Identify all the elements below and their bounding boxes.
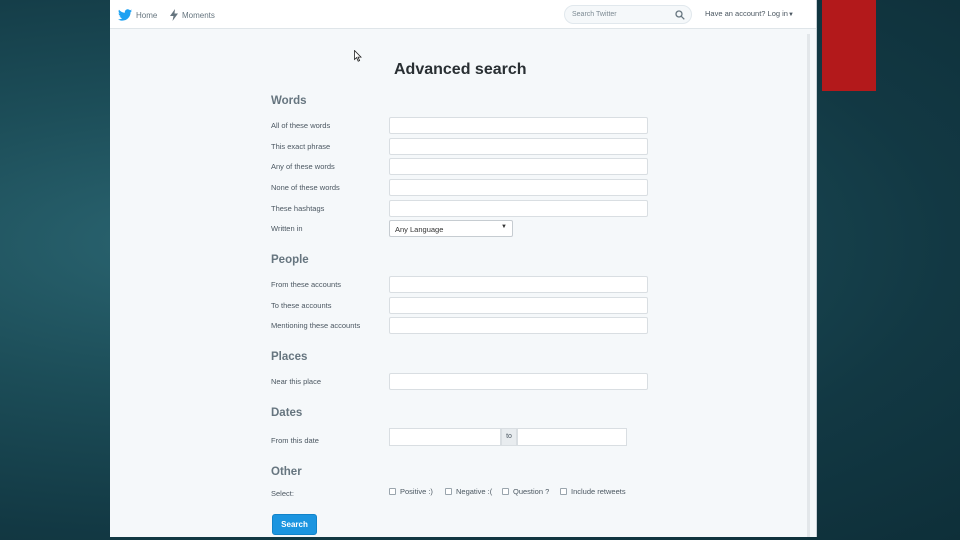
lightning-bolt-icon: [170, 9, 178, 21]
account-prompt: Have an account? Log in: [705, 9, 788, 18]
positive-label: Positive :): [400, 487, 433, 496]
section-dates-title: Dates: [271, 407, 303, 419]
negative-checkbox-option[interactable]: Negative :(: [445, 487, 492, 496]
mouse-cursor-icon: [354, 50, 362, 62]
language-select[interactable]: Any Language ▼: [389, 220, 513, 237]
retweets-label: Include retweets: [571, 487, 626, 496]
mentioning-accounts-label: Mentioning these accounts: [271, 321, 361, 330]
positive-checkbox[interactable]: [389, 488, 396, 495]
from-accounts-input[interactable]: [389, 276, 648, 293]
question-checkbox[interactable]: [502, 488, 509, 495]
written-in-label: Written in: [271, 224, 303, 233]
section-places-title: Places: [271, 351, 308, 363]
question-label: Question ?: [513, 487, 550, 496]
negative-label: Negative :(: [456, 487, 493, 496]
none-words-input[interactable]: [389, 179, 648, 196]
hashtags-input[interactable]: [389, 200, 648, 217]
near-place-input[interactable]: [389, 373, 648, 390]
from-date-label: From this date: [271, 436, 319, 445]
nav-home-link[interactable]: Home: [118, 8, 157, 22]
dropdown-arrow-icon: ▼: [501, 224, 507, 230]
red-accent-block: [822, 0, 876, 91]
search-icon[interactable]: [675, 10, 685, 20]
section-people-title: People: [271, 254, 309, 266]
exact-phrase-label: This exact phrase: [271, 142, 331, 151]
to-accounts-input[interactable]: [389, 297, 648, 314]
page-title: Advanced search: [394, 61, 527, 78]
nav-moments-label: Moments: [182, 10, 215, 20]
none-words-label: None of these words: [271, 183, 340, 192]
any-words-input[interactable]: [389, 158, 648, 175]
login-link[interactable]: Have an account? Log in▼: [705, 9, 794, 18]
caret-down-icon: ▼: [787, 12, 794, 18]
twitter-bird-icon: [118, 9, 132, 21]
browser-window: Home Moments Search Twitter Have an acco…: [110, 0, 817, 537]
hashtags-label: These hashtags: [271, 204, 325, 213]
date-to-label: to: [501, 428, 517, 446]
all-words-label: All of these words: [271, 121, 331, 130]
any-words-label: Any of these words: [271, 162, 335, 171]
positive-checkbox-option[interactable]: Positive :): [389, 487, 433, 496]
retweets-checkbox-option[interactable]: Include retweets: [560, 487, 626, 496]
select-label: Select:: [271, 489, 294, 498]
language-select-value: Any Language: [395, 225, 444, 234]
from-date-input[interactable]: [389, 428, 501, 446]
scrollbar[interactable]: [807, 34, 810, 537]
section-words-title: Words: [271, 95, 307, 107]
search-button[interactable]: Search: [272, 514, 317, 535]
question-checkbox-option[interactable]: Question ?: [502, 487, 549, 496]
search-placeholder: Search Twitter: [572, 11, 617, 18]
to-accounts-label: To these accounts: [271, 301, 332, 310]
all-words-input[interactable]: [389, 117, 648, 134]
nav-home-label: Home: [136, 10, 158, 20]
search-twitter-input[interactable]: Search Twitter: [564, 5, 692, 24]
near-place-label: Near this place: [271, 377, 322, 386]
exact-phrase-input[interactable]: [389, 138, 648, 155]
from-accounts-label: From these accounts: [271, 280, 342, 289]
section-other-title: Other: [271, 466, 302, 478]
mentioning-accounts-input[interactable]: [389, 317, 648, 334]
top-navigation: Home Moments Search Twitter Have an acco…: [110, 0, 816, 29]
retweets-checkbox[interactable]: [560, 488, 567, 495]
to-date-input[interactable]: [517, 428, 627, 446]
nav-moments-link[interactable]: Moments: [170, 8, 215, 22]
negative-checkbox[interactable]: [445, 488, 452, 495]
